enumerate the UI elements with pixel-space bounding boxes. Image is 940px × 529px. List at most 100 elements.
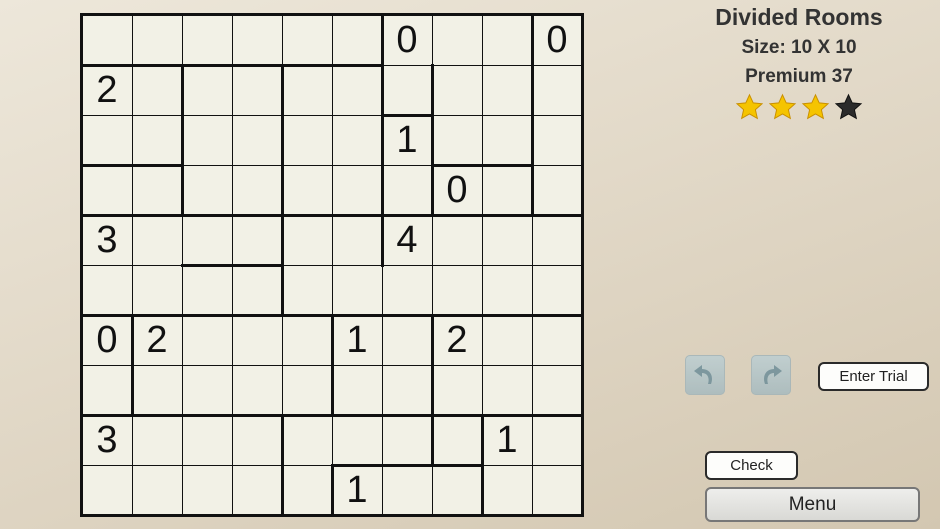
grid-cell[interactable] bbox=[382, 265, 432, 315]
grid-cell[interactable]: 2 bbox=[82, 65, 132, 115]
grid-cell[interactable] bbox=[432, 465, 482, 515]
grid-cell[interactable]: 2 bbox=[132, 315, 182, 365]
grid-cell[interactable] bbox=[482, 365, 532, 415]
menu-button[interactable]: Menu bbox=[705, 487, 920, 522]
grid-cell[interactable] bbox=[332, 415, 382, 465]
grid-cell[interactable] bbox=[182, 265, 232, 315]
grid-cell[interactable] bbox=[232, 65, 282, 115]
grid-cell[interactable] bbox=[132, 115, 182, 165]
grid-cell[interactable] bbox=[282, 165, 332, 215]
redo-button[interactable] bbox=[751, 355, 791, 395]
grid-cell[interactable] bbox=[232, 365, 282, 415]
grid-cell[interactable] bbox=[332, 65, 382, 115]
grid-cell[interactable] bbox=[382, 165, 432, 215]
grid-cell[interactable] bbox=[532, 65, 582, 115]
grid-cell[interactable] bbox=[432, 265, 482, 315]
grid-cell[interactable] bbox=[282, 15, 332, 65]
grid-cell[interactable] bbox=[382, 415, 432, 465]
grid-cell[interactable] bbox=[432, 65, 482, 115]
check-button[interactable]: Check bbox=[705, 451, 798, 480]
grid-cell[interactable] bbox=[232, 315, 282, 365]
grid-cell[interactable] bbox=[232, 15, 282, 65]
grid-cell[interactable] bbox=[232, 465, 282, 515]
grid-cell[interactable] bbox=[132, 165, 182, 215]
grid-cell[interactable] bbox=[82, 165, 132, 215]
grid-cell[interactable] bbox=[82, 365, 132, 415]
grid-cell[interactable]: 0 bbox=[82, 315, 132, 365]
grid-cell[interactable] bbox=[382, 65, 432, 115]
grid-cell[interactable] bbox=[332, 365, 382, 415]
grid-cell[interactable] bbox=[282, 365, 332, 415]
enter-trial-button[interactable]: Enter Trial bbox=[818, 362, 929, 391]
grid-cell[interactable] bbox=[132, 365, 182, 415]
grid-cell[interactable] bbox=[282, 65, 332, 115]
grid-cell[interactable] bbox=[182, 65, 232, 115]
grid-cell[interactable] bbox=[282, 415, 332, 465]
grid-cell[interactable] bbox=[282, 265, 332, 315]
grid-cell[interactable] bbox=[332, 165, 382, 215]
grid-cell[interactable]: 0 bbox=[382, 15, 432, 65]
grid-cell[interactable]: 0 bbox=[432, 165, 482, 215]
grid-cell[interactable] bbox=[482, 465, 532, 515]
grid-cell[interactable] bbox=[432, 415, 482, 465]
grid-cell[interactable] bbox=[132, 415, 182, 465]
grid-cell[interactable] bbox=[182, 315, 232, 365]
grid-cell[interactable] bbox=[482, 15, 532, 65]
grid-cell[interactable]: 3 bbox=[82, 415, 132, 465]
undo-button[interactable] bbox=[685, 355, 725, 395]
grid-cell[interactable] bbox=[232, 165, 282, 215]
grid-cell[interactable] bbox=[232, 115, 282, 165]
grid-cell[interactable] bbox=[332, 215, 382, 265]
grid-cell[interactable] bbox=[432, 365, 482, 415]
grid-cell[interactable] bbox=[382, 315, 432, 365]
grid-cell[interactable] bbox=[182, 215, 232, 265]
grid-cell[interactable] bbox=[182, 415, 232, 465]
grid-cell[interactable] bbox=[132, 15, 182, 65]
grid-cell[interactable] bbox=[182, 115, 232, 165]
grid-cell[interactable]: 3 bbox=[82, 215, 132, 265]
grid-cell[interactable] bbox=[82, 265, 132, 315]
grid-cell[interactable] bbox=[532, 165, 582, 215]
grid-cell[interactable] bbox=[182, 365, 232, 415]
grid-cell[interactable] bbox=[332, 15, 382, 65]
grid-cell[interactable] bbox=[482, 165, 532, 215]
grid-cell[interactable] bbox=[232, 265, 282, 315]
grid-cell[interactable] bbox=[482, 315, 532, 365]
grid-cell[interactable] bbox=[532, 465, 582, 515]
grid-cell[interactable] bbox=[532, 415, 582, 465]
grid-cell[interactable]: 1 bbox=[332, 465, 382, 515]
grid-cell[interactable] bbox=[332, 115, 382, 165]
grid-cell[interactable]: 0 bbox=[532, 15, 582, 65]
grid-cell[interactable] bbox=[532, 115, 582, 165]
grid-cell[interactable] bbox=[232, 215, 282, 265]
grid-cell[interactable] bbox=[532, 365, 582, 415]
grid-cell[interactable] bbox=[532, 265, 582, 315]
grid-cell[interactable] bbox=[82, 465, 132, 515]
grid-cell[interactable] bbox=[132, 65, 182, 115]
grid-cell[interactable] bbox=[532, 215, 582, 265]
grid-cell[interactable] bbox=[282, 215, 332, 265]
grid-cell[interactable] bbox=[182, 465, 232, 515]
grid-cell[interactable] bbox=[82, 15, 132, 65]
grid-cell[interactable] bbox=[282, 315, 332, 365]
grid-cell[interactable] bbox=[282, 115, 332, 165]
grid-cell[interactable]: 1 bbox=[382, 115, 432, 165]
grid-cell[interactable] bbox=[382, 365, 432, 415]
grid-cell[interactable] bbox=[132, 465, 182, 515]
grid-cell[interactable] bbox=[232, 415, 282, 465]
grid-cell[interactable] bbox=[382, 465, 432, 515]
grid-cell[interactable] bbox=[432, 215, 482, 265]
grid-cell[interactable] bbox=[432, 115, 482, 165]
grid-cell[interactable]: 1 bbox=[332, 315, 382, 365]
grid-cell[interactable]: 1 bbox=[482, 415, 532, 465]
grid-cell[interactable] bbox=[182, 165, 232, 215]
grid-cell[interactable] bbox=[82, 115, 132, 165]
grid-cell[interactable] bbox=[482, 115, 532, 165]
grid-cell[interactable] bbox=[332, 265, 382, 315]
grid-cell[interactable] bbox=[482, 265, 532, 315]
grid-cell[interactable] bbox=[432, 15, 482, 65]
grid-cell[interactable] bbox=[132, 215, 182, 265]
grid-cell[interactable] bbox=[532, 315, 582, 365]
grid-cell[interactable] bbox=[132, 265, 182, 315]
grid-cell[interactable] bbox=[482, 215, 532, 265]
